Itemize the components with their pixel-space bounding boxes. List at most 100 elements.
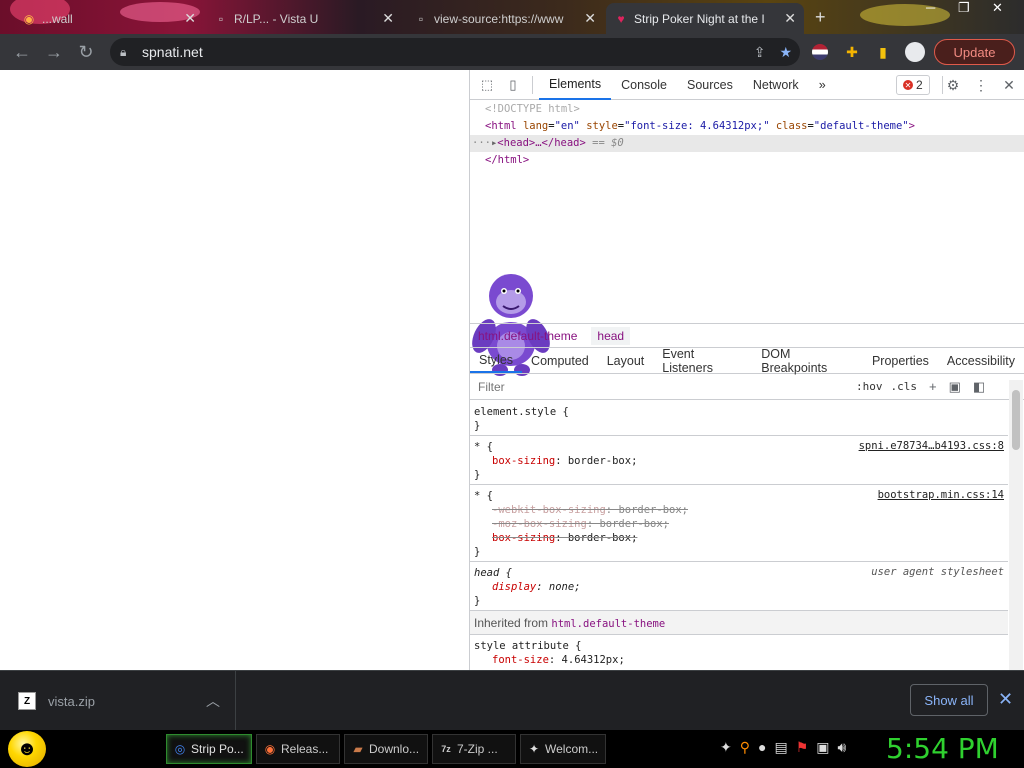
- volume-icon[interactable]: 🔊︎: [838, 739, 847, 756]
- add-rule-icon[interactable]: +: [929, 379, 937, 394]
- rule-style-attribute[interactable]: style attribute { font-size: 4.64312px;: [470, 635, 1008, 669]
- page-viewport[interactable]: [0, 70, 469, 670]
- close-icon[interactable]: ✕: [184, 10, 196, 27]
- close-icon[interactable]: ✕: [382, 10, 394, 27]
- separator: [532, 75, 533, 94]
- dom-node-html-close[interactable]: </html>: [470, 152, 1024, 169]
- dom-node-head[interactable]: ···▸<head>…</head> == $0: [470, 135, 1024, 152]
- tab-elements[interactable]: Elements: [539, 70, 612, 100]
- taskbar-clock[interactable]: 5:54 PM: [886, 732, 999, 765]
- tray-circle-icon[interactable]: ●: [758, 739, 766, 756]
- close-icon[interactable]: ✕: [998, 689, 1013, 710]
- tray-app-icon[interactable]: ✦: [720, 739, 732, 756]
- reload-button[interactable]: ↻: [70, 36, 102, 68]
- subtab-dom-breakpoints[interactable]: DOM Breakpoints: [752, 347, 863, 375]
- more-tabs-icon[interactable]: »: [809, 70, 836, 100]
- css-declaration[interactable]: box-sizing: border-box;: [474, 531, 1004, 545]
- flag-extension-icon[interactable]: [810, 42, 830, 62]
- network-icon[interactable]: ▣: [816, 739, 829, 756]
- tab-console[interactable]: Console: [611, 70, 677, 100]
- subtab-event-listeners[interactable]: Event Listeners: [653, 347, 752, 375]
- inspect-element-icon[interactable]: ⬚: [474, 72, 500, 98]
- scrollbar-thumb[interactable]: [1012, 390, 1020, 450]
- paint-brush-icon[interactable]: ▣: [949, 379, 961, 395]
- subtab-styles[interactable]: Styles: [470, 348, 523, 373]
- inherited-label: Inherited from: [474, 616, 549, 630]
- profile-avatar-icon[interactable]: [905, 42, 925, 62]
- css-declaration[interactable]: font-size: 4.64312px;: [474, 653, 1004, 667]
- taskbar-item-7zip[interactable]: 7z 7-Zip ...: [432, 734, 516, 764]
- dom-node-html[interactable]: <html lang="en" style="font-size: 4.6431…: [470, 118, 1024, 135]
- download-bar: Z vista.zip ︿ Show all ✕: [0, 670, 1024, 731]
- taskbar-item-downloads[interactable]: ▰ Downlo...: [344, 734, 428, 764]
- dom-node-doctype[interactable]: <!DOCTYPE html>: [470, 101, 1024, 118]
- bookmark-star-icon[interactable]: ★: [779, 44, 792, 61]
- start-button[interactable]: ☻: [8, 731, 46, 767]
- source-link[interactable]: spni.e78734…b4193.css:8: [859, 440, 1004, 452]
- forward-button[interactable]: →: [38, 36, 70, 68]
- page-icon: ▫: [218, 11, 224, 26]
- tab-firefox[interactable]: ◉ ...wall ✕: [14, 3, 204, 34]
- subtab-accessibility[interactable]: Accessibility: [938, 348, 1024, 373]
- side-panel-icon[interactable]: ▮: [873, 42, 893, 62]
- taskbar-item-welcome[interactable]: ✦ Welcom...: [520, 734, 606, 764]
- css-declaration[interactable]: box-sizing: border-box;: [474, 454, 1004, 468]
- hov-toggle[interactable]: :hov: [856, 380, 883, 393]
- maximize-button[interactable]: ❐: [958, 0, 970, 16]
- kebab-menu-icon[interactable]: ⋮: [972, 76, 990, 94]
- minimize-button[interactable]: ─: [926, 0, 935, 15]
- css-declaration[interactable]: -moz-box-sizing: border-box;: [474, 517, 1004, 531]
- css-declaration[interactable]: display: none;: [474, 580, 1004, 594]
- extensions-icon[interactable]: ✚: [842, 42, 862, 62]
- update-button[interactable]: Update: [934, 39, 1015, 65]
- breadcrumb-html[interactable]: html.default-theme: [478, 329, 577, 343]
- source-label: user agent stylesheet: [871, 566, 1004, 578]
- document-icon[interactable]: ▤: [774, 739, 787, 756]
- taskbar-item-chrome[interactable]: ◎ Strip Po...: [166, 734, 252, 764]
- address-bar[interactable]: 🔒︎ spnati.net ⇪ ★: [110, 38, 800, 66]
- cls-toggle[interactable]: .cls: [891, 380, 918, 393]
- subtab-computed[interactable]: Computed: [522, 348, 598, 373]
- attr-name: class: [775, 120, 808, 132]
- close-devtools-icon[interactable]: ✕: [1000, 76, 1018, 94]
- tab-network[interactable]: Network: [743, 70, 809, 100]
- styles-filter-input[interactable]: [472, 376, 848, 397]
- device-toolbar-icon[interactable]: ▯: [500, 72, 526, 98]
- download-item[interactable]: Z vista.zip ︿: [0, 671, 236, 731]
- rule-element-style[interactable]: element.style { }: [470, 401, 1008, 436]
- rule-close: }: [474, 469, 481, 481]
- tab-strip-poker[interactable]: ♥ Strip Poker Night at the I ✕: [606, 3, 804, 34]
- subtab-properties[interactable]: Properties: [863, 348, 938, 373]
- rule-universal-bootstrap[interactable]: bootstrap.min.css:14 * { -webkit-box-siz…: [470, 485, 1008, 562]
- settings-gear-icon[interactable]: ⚙: [944, 76, 962, 94]
- tab-title: R/LP... - Vista U: [234, 11, 319, 26]
- close-icon[interactable]: ✕: [784, 10, 796, 27]
- error-badge[interactable]: ✕ 2: [896, 75, 930, 95]
- taskbar-item-firefox[interactable]: ◉ Releas...: [256, 734, 340, 764]
- show-all-button[interactable]: Show all: [910, 684, 988, 716]
- taskbar-label: 7-Zip ...: [457, 742, 498, 756]
- new-tab-button[interactable]: +: [815, 7, 826, 28]
- firefox-icon: ◉: [23, 11, 35, 26]
- browser-toolbar: ← → ↻ 🔒︎ spnati.net ⇪ ★ ✚ ▮ Update: [0, 34, 1024, 70]
- chevron-up-icon[interactable]: ︿: [206, 691, 220, 711]
- tab-view-source[interactable]: ▫ view-source:https://www ✕: [406, 3, 604, 34]
- rule-universal-spni[interactable]: spni.e78734…b4193.css:8 * { box-sizing: …: [470, 436, 1008, 485]
- breadcrumb-head[interactable]: head: [591, 326, 631, 345]
- back-button[interactable]: ←: [6, 36, 38, 68]
- flag-icon[interactable]: ⚑: [796, 739, 809, 756]
- css-property: -webkit-box-sizing: [492, 504, 606, 516]
- rule-head-ua[interactable]: user agent stylesheet head { display: no…: [470, 562, 1008, 611]
- search-icon[interactable]: ⚲: [740, 739, 750, 756]
- styles-scrollbar[interactable]: [1009, 380, 1023, 670]
- close-window-button[interactable]: ✕: [992, 0, 1003, 16]
- tab-vista[interactable]: ▫ R/LP... - Vista U ✕: [206, 3, 402, 34]
- close-icon[interactable]: ✕: [584, 10, 596, 27]
- tab-sources[interactable]: Sources: [677, 70, 743, 100]
- subtab-layout[interactable]: Layout: [598, 348, 654, 373]
- css-declaration[interactable]: -webkit-box-sizing: border-box;: [474, 503, 1004, 517]
- toggle-sidebar-icon[interactable]: ◧: [973, 379, 985, 395]
- source-link[interactable]: bootstrap.min.css:14: [878, 489, 1004, 501]
- share-icon[interactable]: ⇪: [754, 44, 766, 61]
- inherited-tag[interactable]: html.default-theme: [551, 618, 665, 630]
